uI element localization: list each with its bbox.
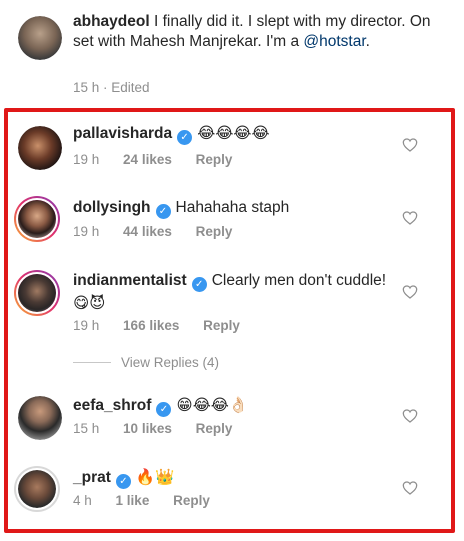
caption-edited: Edited xyxy=(111,80,150,95)
comment-text: dollysingh ✓ Hahahaha staph xyxy=(73,197,403,219)
comment-username[interactable]: indianmentalist xyxy=(73,272,187,289)
comment-avatar[interactable] xyxy=(18,126,62,170)
comment-username[interactable]: eefa_shrof xyxy=(73,397,151,414)
comment-body: Clearly men don't cuddle! xyxy=(211,272,387,289)
comment-eefa-shrof: eefa_shrof ✓ 😁😂😂👌🏻 15 h 10 likes Reply xyxy=(0,390,464,450)
heart-icon[interactable] xyxy=(402,481,418,495)
comment-meta: 19 h 166 likes Reply xyxy=(73,318,240,333)
comment-username[interactable]: dollysingh xyxy=(73,199,151,216)
comment-dollysingh: dollysingh ✓ Hahahaha staph 19 h 44 likes … xyxy=(0,192,464,252)
comment-avatar[interactable] xyxy=(14,196,60,242)
reply-button[interactable]: Reply xyxy=(173,493,210,508)
comment-text: eefa_shrof ✓ 😁😂😂👌🏻 xyxy=(73,394,403,417)
view-replies-label: View Replies (4) xyxy=(121,355,220,370)
post-caption: abhaydeol I finally did it. I slept with… xyxy=(0,0,464,104)
comment-time: 4 h xyxy=(73,493,92,508)
comment-meta: 15 h 10 likes Reply xyxy=(73,421,232,436)
reply-button[interactable]: Reply xyxy=(196,224,233,239)
comment-pallavisharda: pallavisharda ✓ 😂😂😂😂 19 h 24 likes Reply xyxy=(0,118,464,178)
comment-username[interactable]: _prat xyxy=(73,469,111,486)
comment-indianmentalist: indianmentalist ✓ Clearly men don't cuddle… xyxy=(0,266,464,346)
comment-body: 🔥👑 xyxy=(135,468,175,486)
caption-time: 15 h xyxy=(73,80,100,95)
comment-avatar[interactable] xyxy=(14,270,60,316)
comment-time: 15 h xyxy=(73,421,100,436)
comment-username[interactable]: pallavisharda xyxy=(73,125,172,142)
comment-likes[interactable]: 1 like xyxy=(116,493,150,508)
caption-username[interactable]: abhaydeol xyxy=(73,13,150,30)
reply-button[interactable]: Reply xyxy=(203,318,240,333)
comment-body-emoji: 😋😈 xyxy=(73,294,106,312)
heart-icon[interactable] xyxy=(402,138,418,152)
caption-text: abhaydeol I finally did it. I slept with… xyxy=(73,12,443,52)
comment-likes[interactable]: 166 likes xyxy=(123,318,179,333)
caption-avatar[interactable] xyxy=(18,16,62,60)
comment-avatar[interactable] xyxy=(14,466,60,512)
heart-icon[interactable] xyxy=(402,211,418,225)
comment-time: 19 h xyxy=(73,152,100,167)
verified-badge-icon: ✓ xyxy=(177,130,193,145)
verified-badge-icon: ✓ xyxy=(156,402,172,417)
comment-meta: 19 h 24 likes Reply xyxy=(73,152,232,167)
comment-likes[interactable]: 10 likes xyxy=(123,421,172,436)
reply-button[interactable]: Reply xyxy=(196,152,233,167)
comment-likes[interactable]: 24 likes xyxy=(123,152,172,167)
caption-separator: · xyxy=(99,80,112,95)
view-replies-link[interactable]: View Replies (4) xyxy=(73,355,219,370)
comment-time: 19 h xyxy=(73,318,100,333)
caption-meta: 15 h · Edited xyxy=(73,80,150,95)
comment-text: indianmentalist ✓ Clearly men don't cuddle… xyxy=(73,270,403,315)
verified-badge-icon: ✓ xyxy=(191,277,207,292)
comment-meta: 4 h 1 like Reply xyxy=(73,493,210,508)
caption-mention[interactable]: @hotstar xyxy=(303,33,365,50)
comment-avatar[interactable] xyxy=(18,396,62,440)
verified-badge-icon: ✓ xyxy=(115,474,131,489)
comment-text: pallavisharda ✓ 😂😂😂😂 xyxy=(73,122,403,145)
comment-body: Hahahaha staph xyxy=(175,199,290,216)
comment-text: _prat ✓ 🔥👑 xyxy=(73,466,403,489)
replies-divider xyxy=(73,362,111,363)
verified-badge-icon: ✓ xyxy=(155,204,171,219)
comment-time: 19 h xyxy=(73,224,100,239)
comment-likes[interactable]: 44 likes xyxy=(123,224,172,239)
reply-button[interactable]: Reply xyxy=(196,421,233,436)
comment-body: 😂😂😂😂 xyxy=(197,124,270,142)
heart-icon[interactable] xyxy=(402,285,418,299)
comment-meta: 19 h 44 likes Reply xyxy=(73,224,232,239)
comment-prat: _prat ✓ 🔥👑 4 h 1 like Reply xyxy=(0,462,464,522)
heart-icon[interactable] xyxy=(402,409,418,423)
caption-suffix: . xyxy=(365,33,370,50)
comment-body: 😁😂😂👌🏻 xyxy=(176,396,249,414)
